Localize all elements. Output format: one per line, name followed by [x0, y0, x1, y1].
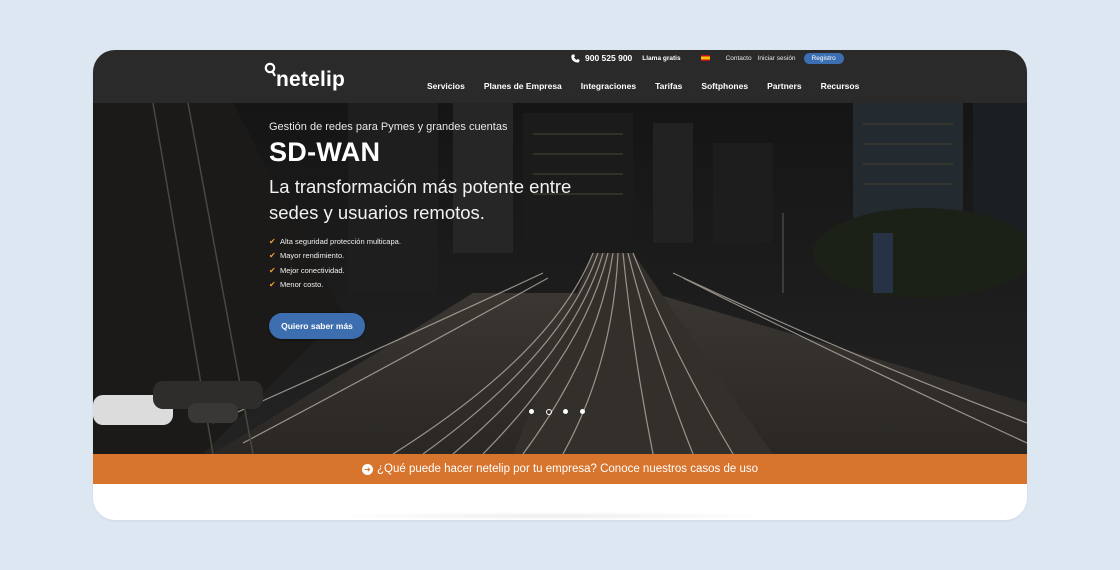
feature-list: ✔ Alta seguridad protección multicapa. ✔ M… — [269, 234, 609, 292]
logo-text: netelip — [276, 68, 346, 91]
use-cases-banner[interactable]: ➜ ¿Qué puede hacer netelip por tu empres… — [93, 454, 1027, 484]
hero-content: Gestión de redes para Pymes y grandes cu… — [269, 121, 609, 308]
hero-kicker: Gestión de redes para Pymes y grandes cu… — [269, 121, 508, 133]
nav-item-planes-de-empresa[interactable]: Planes de Empresa — [484, 81, 562, 91]
logo-pin-icon — [264, 62, 278, 84]
carousel-dot[interactable] — [529, 409, 534, 414]
banner-text[interactable]: ¿Qué puede hacer netelip por tu empresa?… — [377, 463, 758, 475]
carousel-dot-active[interactable] — [545, 409, 552, 415]
nav-item-integraciones[interactable]: Integraciones — [581, 81, 636, 91]
nav-item-servicios[interactable]: Servicios — [427, 81, 465, 91]
list-item: ✔ Mejor conectividad. — [269, 265, 345, 275]
carousel-dots — [529, 409, 596, 415]
nav-item-partners[interactable]: Partners — [767, 81, 802, 91]
contact-link[interactable]: Contacto — [726, 55, 752, 62]
content-card-shadow — [328, 512, 778, 520]
phone-number[interactable]: 900 525 900 — [585, 53, 632, 63]
check-icon: ✔ — [269, 251, 276, 261]
hero-subtitle: La transformación más potente entre sede… — [269, 176, 572, 223]
register-button[interactable]: Registro — [803, 52, 844, 64]
logo[interactable]: netelip — [264, 62, 345, 92]
check-icon: ✔ — [269, 236, 276, 246]
main-nav: Servicios Planes de Empresa Integracione… — [427, 81, 878, 91]
list-item: ✔ Alta seguridad protección multicapa. — [269, 236, 401, 246]
top-bar: 900 525 900 Llama gratis Contacto Inicia… — [571, 51, 844, 65]
phone-icon — [571, 53, 580, 63]
check-icon: ✔ — [269, 280, 276, 290]
list-item: ✔ Menor costo. — [269, 280, 324, 290]
list-item: ✔ Mayor rendimiento. — [269, 251, 345, 261]
nav-item-softphones[interactable]: Softphones — [701, 81, 748, 91]
login-link[interactable]: Iniciar sesión — [758, 55, 796, 62]
arrow-circle-icon: ➜ — [361, 463, 373, 475]
free-call-label: Llama gratis — [642, 54, 681, 62]
hero-title: SD-WAN — [269, 137, 381, 167]
browser-frame: netelip 900 525 900 Llama gratis Contact… — [93, 50, 1027, 520]
cta-button[interactable]: Quiero saber más — [269, 313, 365, 339]
nav-item-tarifas[interactable]: Tarifas — [655, 81, 682, 91]
carousel-dot[interactable] — [579, 409, 585, 414]
check-icon: ✔ — [269, 265, 276, 275]
nav-item-recursos[interactable]: Recursos — [821, 81, 860, 91]
spain-flag-icon[interactable] — [700, 55, 710, 61]
hero-slider: Gestión de redes para Pymes y grandes cu… — [93, 103, 1027, 454]
carousel-dot[interactable] — [563, 409, 568, 414]
site-header: netelip 900 525 900 Llama gratis Contact… — [93, 50, 1027, 103]
